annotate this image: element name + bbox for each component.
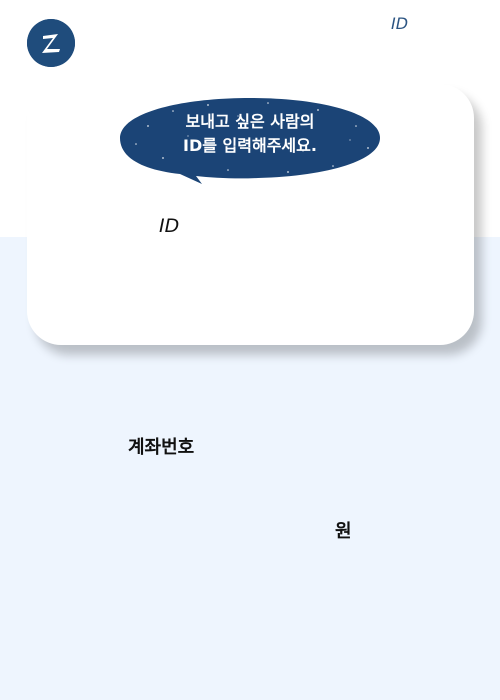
account-number-label: 계좌번호 xyxy=(128,437,195,458)
recipient-id-label: ID xyxy=(159,215,180,237)
speech-bubble-text: 보내고 싶은 사람의 ID를 입력해주세요. xyxy=(118,110,382,158)
z-logo-icon xyxy=(27,19,75,67)
bubble-line-2: ID를 입력해주세요. xyxy=(183,136,317,155)
bubble-line-1: 보내고 싶은 사람의 xyxy=(185,112,315,131)
currency-unit-label: 원 xyxy=(335,521,352,542)
header-id-label: ID xyxy=(391,14,409,33)
logo xyxy=(27,19,75,67)
